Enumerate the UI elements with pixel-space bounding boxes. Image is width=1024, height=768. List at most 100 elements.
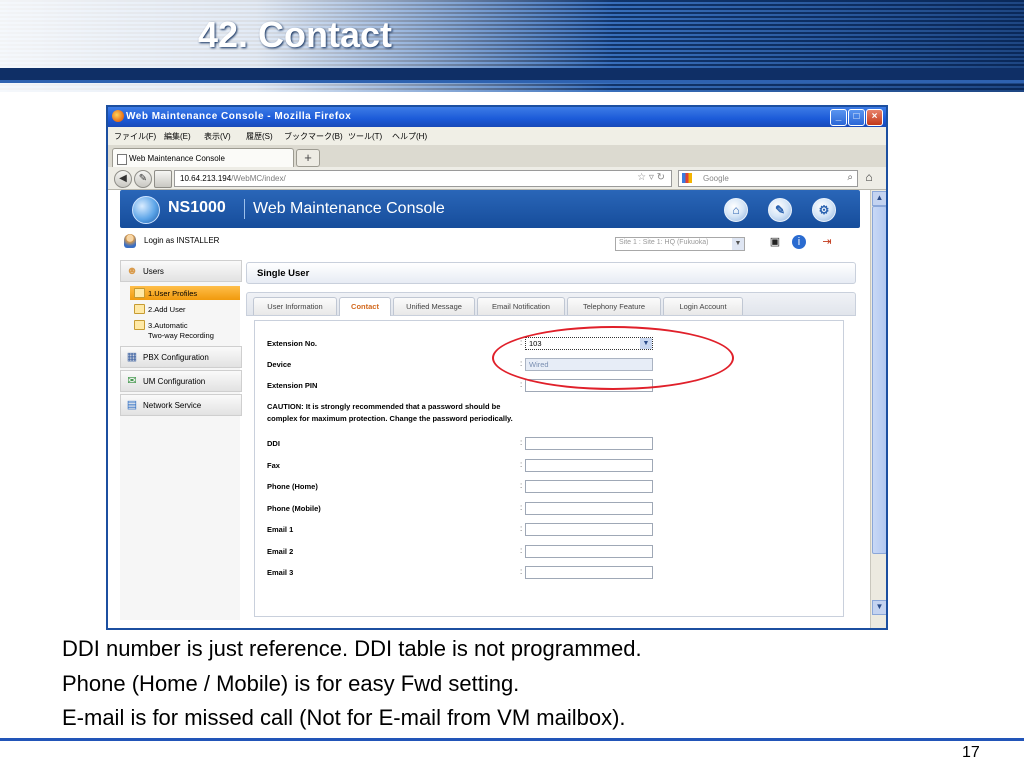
note-phone: Phone (Home / Mobile) is for easy Fwd se… [62, 671, 520, 696]
sidebar-group-pbx[interactable]: ▦ PBX Configuration [120, 346, 242, 368]
sidebar-group-users[interactable]: ☻ Users [120, 260, 242, 282]
tab-user-information[interactable]: User Information [253, 297, 337, 315]
menu-history[interactable]: 履歴(S) [246, 131, 273, 142]
scroll-down-icon[interactable]: ▼ [872, 600, 886, 615]
sidebar-group-label: Network Service [143, 401, 202, 410]
new-tab-button[interactable]: + [296, 149, 320, 167]
field-colon: : [520, 438, 523, 447]
sidebar-item-label: 3.Automatic [148, 321, 188, 330]
email-3-field[interactable] [525, 566, 653, 579]
page-info-icon[interactable] [154, 170, 172, 188]
home-icon[interactable]: ⌂ [724, 198, 748, 222]
scrollbar[interactable]: ▲ ▼ [870, 190, 886, 628]
search-input[interactable]: Google ⌕ [678, 170, 858, 187]
search-icon[interactable]: ⌕ [847, 172, 853, 183]
menu-file[interactable]: ファイル(F) [114, 131, 156, 142]
header-divider [244, 199, 245, 219]
logout-icon[interactable]: ⇥ [820, 235, 834, 249]
settings-icon[interactable]: ⚙ [812, 198, 836, 222]
login-row: Login as INSTALLER Site 1 : Site 1: HQ (… [120, 230, 860, 254]
tab-login-account[interactable]: Login Account [663, 297, 743, 315]
tab-strip: Web Maintenance Console + [108, 145, 886, 168]
menu-edit[interactable]: 編集(E) [164, 131, 191, 142]
maximize-button[interactable]: □ [848, 109, 865, 126]
network-icon: ▤ [126, 399, 138, 411]
firefox-icon [112, 110, 124, 122]
scrollbar-thumb[interactable] [872, 206, 886, 554]
sidebar-item-add-user[interactable]: 2.Add User [130, 302, 240, 316]
site-select-value: Site 1 : Site 1: HQ (Fukuoka) [619, 239, 709, 246]
browser-tab[interactable]: Web Maintenance Console [112, 148, 294, 168]
scroll-up-icon[interactable]: ▲ [872, 191, 886, 206]
sidebar: ☻ Users 1.User Profiles 2.Add User 3.Aut… [120, 260, 242, 620]
minimize-button[interactable]: _ [830, 109, 847, 126]
field-colon: : [520, 503, 523, 512]
tab-unified-message[interactable]: Unified Message [393, 297, 475, 315]
window-titlebar: Web Maintenance Console - Mozilla Firefo… [108, 107, 886, 127]
google-icon [682, 173, 692, 183]
slide-title-bar [0, 68, 1024, 80]
phone-home-label: Phone (Home) [267, 482, 318, 491]
globe-icon [132, 196, 160, 224]
url-host: 10.64.213.194 [180, 174, 232, 183]
page-icon [117, 154, 127, 165]
menu-bookmarks[interactable]: ブックマーク(B) [284, 131, 343, 142]
sidebar-group-label: PBX Configuration [143, 353, 209, 362]
search-placeholder: Google [703, 174, 729, 183]
sidebar-group-label: Users [143, 267, 164, 276]
back-icon[interactable]: ◀ [114, 170, 132, 188]
fax-field[interactable] [525, 459, 653, 472]
window-title: Web Maintenance Console - Mozilla Firefo… [126, 111, 352, 122]
sidebar-group-um[interactable]: ✉ UM Configuration [120, 370, 242, 392]
sidebar-item-automatic-recording[interactable]: 3.Automatic Two-way Recording [130, 318, 240, 342]
folder-icon [134, 304, 145, 314]
home-icon[interactable]: ⌂ [860, 170, 878, 186]
sidebar-item-label: 1.User Profiles [148, 289, 198, 298]
field-colon: : [520, 460, 523, 469]
tools-icon[interactable]: ✎ [768, 198, 792, 222]
note-email: E-mail is for missed call (Not for E-mai… [62, 705, 626, 730]
folder-icon [134, 320, 145, 330]
menu-tools[interactable]: ツール(T) [348, 131, 382, 142]
panel-title-bar: Single User [246, 262, 856, 284]
url-bar[interactable]: 10.64.213.194/WebMC/index/ ☆ ▿ ↻ [174, 170, 672, 187]
pbx-icon: ▦ [126, 351, 138, 363]
info-icon[interactable]: i [792, 235, 806, 249]
extension-label: Extension No. [267, 339, 318, 348]
wrench-icon[interactable]: ✎ [134, 170, 152, 188]
sidebar-group-network[interactable]: ▤ Network Service [120, 394, 242, 416]
menu-view[interactable]: 表示(V) [204, 131, 231, 142]
tab-email-notification[interactable]: Email Notification [477, 297, 565, 315]
footer-divider [0, 738, 1024, 741]
sidebar-group-label: UM Configuration [143, 377, 206, 386]
tab-contact[interactable]: Contact [339, 297, 391, 316]
page-title: Single User [257, 268, 310, 279]
phone-mobile-label: Phone (Mobile) [267, 504, 321, 513]
url-path: /WebMC/index/ [231, 174, 286, 183]
ddi-field[interactable] [525, 437, 653, 450]
user-profile-icon [134, 288, 145, 298]
chevron-down-icon: ▼ [732, 238, 744, 250]
email-2-field[interactable] [525, 545, 653, 558]
site-select[interactable]: Site 1 : Site 1: HQ (Fukuoka) ▼ [615, 237, 745, 251]
phone-mobile-field[interactable] [525, 502, 653, 515]
phone-home-field[interactable] [525, 480, 653, 493]
page-number: 17 [962, 744, 980, 761]
save-icon[interactable]: ▣ [768, 235, 782, 249]
app-header: NS1000 Web Maintenance Console ⌂ ✎ ⚙ [120, 190, 860, 228]
browser-screenshot: Web Maintenance Console - Mozilla Firefo… [106, 105, 888, 630]
sidebar-item-user-profiles[interactable]: 1.User Profiles [130, 286, 240, 300]
tab-telephony-feature[interactable]: Telephony Feature [567, 297, 661, 315]
um-icon: ✉ [127, 375, 137, 387]
email-2-label: Email 2 [267, 547, 294, 556]
menu-help[interactable]: ヘルプ(H) [392, 131, 427, 142]
bookmark-star-icon[interactable]: ☆ ▿ ↻ [637, 172, 665, 183]
app-name: Web Maintenance Console [253, 200, 445, 217]
fax-label: Fax [267, 461, 280, 470]
login-status: Login as INSTALLER [144, 236, 220, 245]
close-button[interactable]: × [866, 109, 883, 126]
email-3-label: Email 3 [267, 568, 294, 577]
field-colon: : [520, 546, 523, 555]
email-1-field[interactable] [525, 523, 653, 536]
field-colon: : [520, 380, 523, 389]
